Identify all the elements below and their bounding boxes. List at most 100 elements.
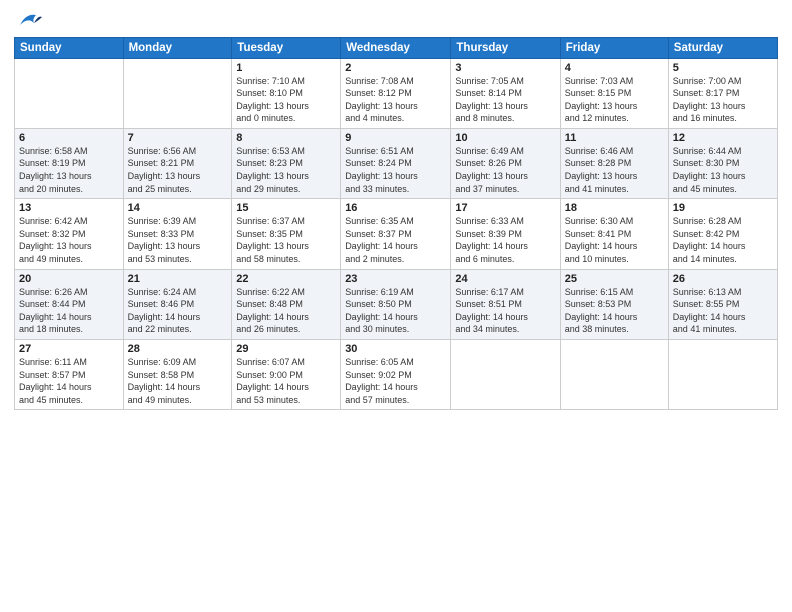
day-info: Sunrise: 6:09 AM Sunset: 8:58 PM Dayligh… [128, 356, 228, 406]
day-number: 16 [345, 202, 446, 214]
calendar-day-cell [123, 58, 232, 128]
calendar-day-cell: 10Sunrise: 6:49 AM Sunset: 8:26 PM Dayli… [451, 128, 560, 198]
day-number: 15 [236, 202, 336, 214]
day-info: Sunrise: 6:56 AM Sunset: 8:21 PM Dayligh… [128, 145, 228, 195]
calendar-day-cell: 28Sunrise: 6:09 AM Sunset: 8:58 PM Dayli… [123, 340, 232, 410]
day-number: 21 [128, 273, 228, 285]
day-info: Sunrise: 6:42 AM Sunset: 8:32 PM Dayligh… [19, 215, 119, 265]
calendar-day-cell: 8Sunrise: 6:53 AM Sunset: 8:23 PM Daylig… [232, 128, 341, 198]
weekday-header-saturday: Saturday [668, 37, 777, 58]
calendar-day-cell: 7Sunrise: 6:56 AM Sunset: 8:21 PM Daylig… [123, 128, 232, 198]
weekday-header-friday: Friday [560, 37, 668, 58]
calendar-header-row: SundayMondayTuesdayWednesdayThursdayFrid… [15, 37, 778, 58]
day-info: Sunrise: 6:30 AM Sunset: 8:41 PM Dayligh… [565, 215, 664, 265]
weekday-header-tuesday: Tuesday [232, 37, 341, 58]
page-header [14, 10, 778, 31]
day-number: 26 [673, 273, 773, 285]
day-number: 2 [345, 62, 446, 74]
day-info: Sunrise: 6:07 AM Sunset: 9:00 PM Dayligh… [236, 356, 336, 406]
day-number: 27 [19, 343, 119, 355]
calendar-day-cell: 1Sunrise: 7:10 AM Sunset: 8:10 PM Daylig… [232, 58, 341, 128]
day-info: Sunrise: 6:58 AM Sunset: 8:19 PM Dayligh… [19, 145, 119, 195]
day-info: Sunrise: 6:51 AM Sunset: 8:24 PM Dayligh… [345, 145, 446, 195]
calendar-day-cell: 12Sunrise: 6:44 AM Sunset: 8:30 PM Dayli… [668, 128, 777, 198]
day-info: Sunrise: 6:26 AM Sunset: 8:44 PM Dayligh… [19, 286, 119, 336]
calendar-day-cell: 13Sunrise: 6:42 AM Sunset: 8:32 PM Dayli… [15, 199, 124, 269]
day-info: Sunrise: 6:05 AM Sunset: 9:02 PM Dayligh… [345, 356, 446, 406]
day-info: Sunrise: 7:10 AM Sunset: 8:10 PM Dayligh… [236, 75, 336, 125]
day-info: Sunrise: 6:35 AM Sunset: 8:37 PM Dayligh… [345, 215, 446, 265]
calendar-week-row: 27Sunrise: 6:11 AM Sunset: 8:57 PM Dayli… [15, 340, 778, 410]
day-number: 29 [236, 343, 336, 355]
calendar-week-row: 1Sunrise: 7:10 AM Sunset: 8:10 PM Daylig… [15, 58, 778, 128]
calendar-day-cell: 17Sunrise: 6:33 AM Sunset: 8:39 PM Dayli… [451, 199, 560, 269]
weekday-header-monday: Monday [123, 37, 232, 58]
day-info: Sunrise: 7:03 AM Sunset: 8:15 PM Dayligh… [565, 75, 664, 125]
day-info: Sunrise: 6:13 AM Sunset: 8:55 PM Dayligh… [673, 286, 773, 336]
day-number: 24 [455, 273, 555, 285]
day-info: Sunrise: 6:17 AM Sunset: 8:51 PM Dayligh… [455, 286, 555, 336]
calendar-day-cell [15, 58, 124, 128]
calendar-day-cell: 2Sunrise: 7:08 AM Sunset: 8:12 PM Daylig… [341, 58, 451, 128]
day-info: Sunrise: 6:22 AM Sunset: 8:48 PM Dayligh… [236, 286, 336, 336]
day-info: Sunrise: 6:24 AM Sunset: 8:46 PM Dayligh… [128, 286, 228, 336]
calendar-day-cell: 21Sunrise: 6:24 AM Sunset: 8:46 PM Dayli… [123, 269, 232, 339]
day-number: 17 [455, 202, 555, 214]
day-info: Sunrise: 6:49 AM Sunset: 8:26 PM Dayligh… [455, 145, 555, 195]
logo-bird-icon [16, 11, 44, 31]
day-number: 1 [236, 62, 336, 74]
day-number: 10 [455, 132, 555, 144]
weekday-header-wednesday: Wednesday [341, 37, 451, 58]
calendar-day-cell [668, 340, 777, 410]
calendar-day-cell: 29Sunrise: 6:07 AM Sunset: 9:00 PM Dayli… [232, 340, 341, 410]
day-number: 9 [345, 132, 446, 144]
calendar-day-cell: 24Sunrise: 6:17 AM Sunset: 8:51 PM Dayli… [451, 269, 560, 339]
calendar-day-cell: 25Sunrise: 6:15 AM Sunset: 8:53 PM Dayli… [560, 269, 668, 339]
day-number: 13 [19, 202, 119, 214]
calendar-day-cell: 16Sunrise: 6:35 AM Sunset: 8:37 PM Dayli… [341, 199, 451, 269]
day-number: 22 [236, 273, 336, 285]
day-info: Sunrise: 6:19 AM Sunset: 8:50 PM Dayligh… [345, 286, 446, 336]
day-info: Sunrise: 7:00 AM Sunset: 8:17 PM Dayligh… [673, 75, 773, 125]
day-number: 3 [455, 62, 555, 74]
day-number: 7 [128, 132, 228, 144]
day-info: Sunrise: 6:39 AM Sunset: 8:33 PM Dayligh… [128, 215, 228, 265]
day-number: 4 [565, 62, 664, 74]
calendar-day-cell: 4Sunrise: 7:03 AM Sunset: 8:15 PM Daylig… [560, 58, 668, 128]
day-info: Sunrise: 6:15 AM Sunset: 8:53 PM Dayligh… [565, 286, 664, 336]
calendar-day-cell: 19Sunrise: 6:28 AM Sunset: 8:42 PM Dayli… [668, 199, 777, 269]
calendar-day-cell: 20Sunrise: 6:26 AM Sunset: 8:44 PM Dayli… [15, 269, 124, 339]
day-info: Sunrise: 6:37 AM Sunset: 8:35 PM Dayligh… [236, 215, 336, 265]
calendar-week-row: 20Sunrise: 6:26 AM Sunset: 8:44 PM Dayli… [15, 269, 778, 339]
calendar-body: 1Sunrise: 7:10 AM Sunset: 8:10 PM Daylig… [15, 58, 778, 410]
calendar-day-cell: 9Sunrise: 6:51 AM Sunset: 8:24 PM Daylig… [341, 128, 451, 198]
day-number: 8 [236, 132, 336, 144]
day-number: 23 [345, 273, 446, 285]
calendar-week-row: 13Sunrise: 6:42 AM Sunset: 8:32 PM Dayli… [15, 199, 778, 269]
day-number: 5 [673, 62, 773, 74]
calendar-day-cell: 3Sunrise: 7:05 AM Sunset: 8:14 PM Daylig… [451, 58, 560, 128]
day-number: 30 [345, 343, 446, 355]
day-number: 18 [565, 202, 664, 214]
day-info: Sunrise: 6:46 AM Sunset: 8:28 PM Dayligh… [565, 145, 664, 195]
weekday-header-thursday: Thursday [451, 37, 560, 58]
day-number: 11 [565, 132, 664, 144]
day-info: Sunrise: 7:05 AM Sunset: 8:14 PM Dayligh… [455, 75, 555, 125]
calendar-day-cell: 6Sunrise: 6:58 AM Sunset: 8:19 PM Daylig… [15, 128, 124, 198]
calendar-day-cell: 26Sunrise: 6:13 AM Sunset: 8:55 PM Dayli… [668, 269, 777, 339]
calendar-day-cell: 5Sunrise: 7:00 AM Sunset: 8:17 PM Daylig… [668, 58, 777, 128]
calendar-day-cell: 15Sunrise: 6:37 AM Sunset: 8:35 PM Dayli… [232, 199, 341, 269]
calendar-week-row: 6Sunrise: 6:58 AM Sunset: 8:19 PM Daylig… [15, 128, 778, 198]
day-number: 6 [19, 132, 119, 144]
day-number: 28 [128, 343, 228, 355]
day-number: 12 [673, 132, 773, 144]
calendar-day-cell: 11Sunrise: 6:46 AM Sunset: 8:28 PM Dayli… [560, 128, 668, 198]
logo [14, 10, 42, 31]
calendar-day-cell: 18Sunrise: 6:30 AM Sunset: 8:41 PM Dayli… [560, 199, 668, 269]
calendar-day-cell: 27Sunrise: 6:11 AM Sunset: 8:57 PM Dayli… [15, 340, 124, 410]
day-number: 25 [565, 273, 664, 285]
day-number: 20 [19, 273, 119, 285]
calendar-day-cell: 30Sunrise: 6:05 AM Sunset: 9:02 PM Dayli… [341, 340, 451, 410]
calendar-table: SundayMondayTuesdayWednesdayThursdayFrid… [14, 37, 778, 411]
day-number: 14 [128, 202, 228, 214]
